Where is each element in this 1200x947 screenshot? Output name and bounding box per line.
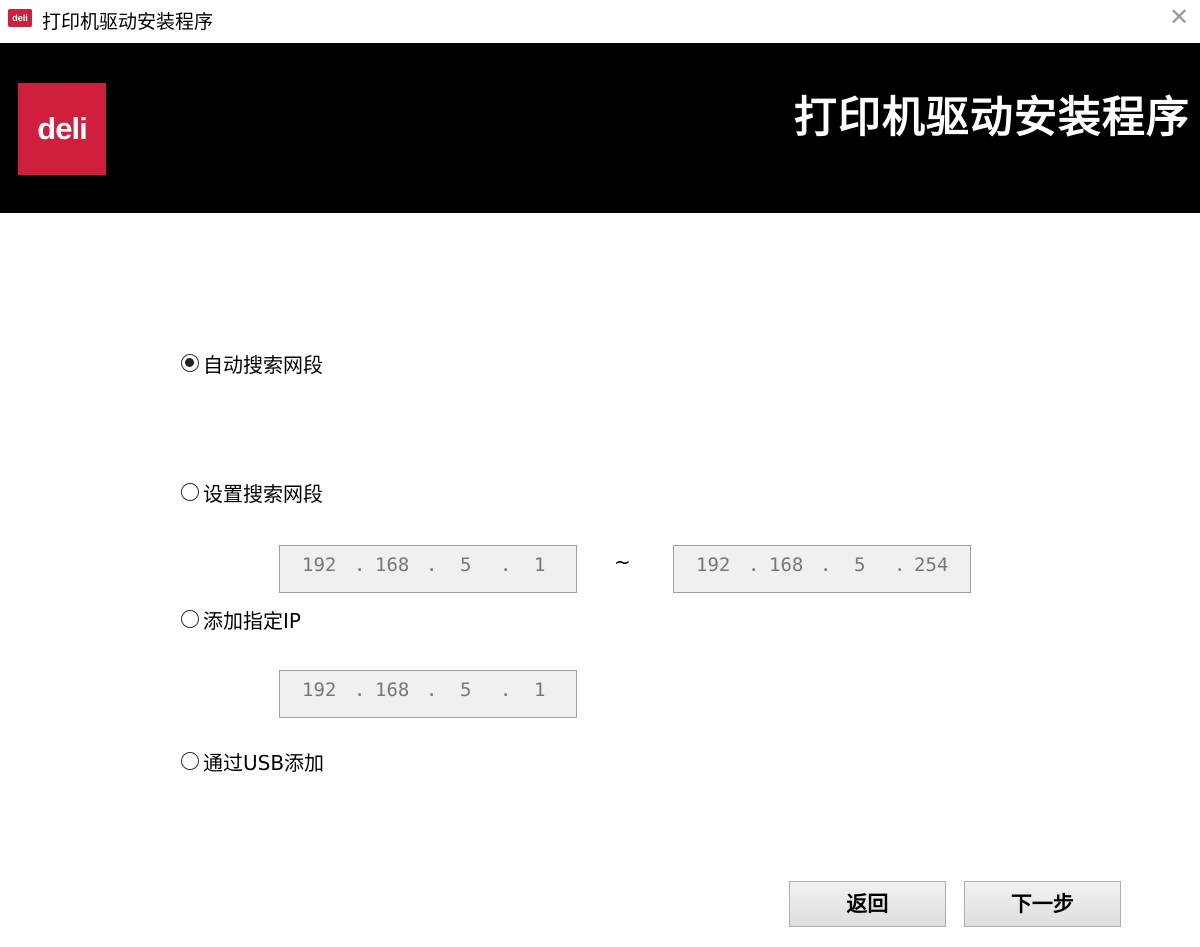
ip-octet: 192 <box>302 554 337 576</box>
radio-auto-search[interactable] <box>181 354 199 372</box>
ip-dot: . <box>426 679 438 701</box>
banner-title: 打印机驱动安装程序 <box>794 93 1190 143</box>
option-set-range-label: 设置搜索网段 <box>203 481 323 506</box>
ip-octet: 168 <box>375 679 410 701</box>
radio-specific-ip[interactable] <box>181 610 199 628</box>
back-button[interactable]: 返回 <box>789 881 946 927</box>
next-button[interactable]: 下一步 <box>964 881 1121 927</box>
ip-octet: 192 <box>302 679 337 701</box>
range-end-ip-input[interactable]: 192 . 168 . 5 . 254 <box>673 545 971 593</box>
radio-usb[interactable] <box>181 752 199 770</box>
ip-octet: 192 <box>696 554 731 576</box>
ip-dot: . <box>820 554 832 576</box>
specific-ip-input[interactable]: 192 . 168 . 5 . 1 <box>279 670 577 718</box>
ip-octet: 1 <box>534 679 546 701</box>
ip-octet: 1 <box>534 554 546 576</box>
option-specific-ip-label: 添加指定IP <box>203 608 301 633</box>
ip-octet: 5 <box>460 554 472 576</box>
ip-dot: . <box>426 554 438 576</box>
option-auto-search-label: 自动搜索网段 <box>203 352 323 377</box>
option-set-range[interactable]: 设置搜索网段 <box>181 479 323 506</box>
range-start-ip-input[interactable]: 192 . 168 . 5 . 1 <box>279 545 577 593</box>
option-specific-ip[interactable]: 添加指定IP <box>181 606 301 633</box>
close-icon[interactable]: ✕ <box>1164 2 1194 32</box>
ip-dot: . <box>500 554 512 576</box>
ip-octet: 5 <box>460 679 472 701</box>
ip-dot: . <box>894 554 906 576</box>
option-usb[interactable]: 通过USB添加 <box>181 748 325 775</box>
app-icon: deli <box>8 9 32 27</box>
window-title: 打印机驱动安装程序 <box>42 11 214 33</box>
header-banner: deli 打印机驱动安装程序 <box>0 43 1200 213</box>
range-separator: ~ <box>614 550 631 574</box>
ip-octet: 5 <box>854 554 866 576</box>
ip-octet: 168 <box>375 554 410 576</box>
ip-dot: . <box>500 679 512 701</box>
ip-dot: . <box>354 679 366 701</box>
ip-dot: . <box>354 554 366 576</box>
ip-octet: 168 <box>769 554 804 576</box>
ip-dot: . <box>748 554 760 576</box>
deli-logo: deli <box>18 83 106 175</box>
radio-set-range[interactable] <box>181 483 199 501</box>
option-usb-label: 通过USB添加 <box>203 750 325 775</box>
option-auto-search[interactable]: 自动搜索网段 <box>181 350 323 377</box>
ip-octet: 254 <box>914 554 949 576</box>
title-bar: deli 打印机驱动安装程序 ✕ <box>0 0 1200 43</box>
